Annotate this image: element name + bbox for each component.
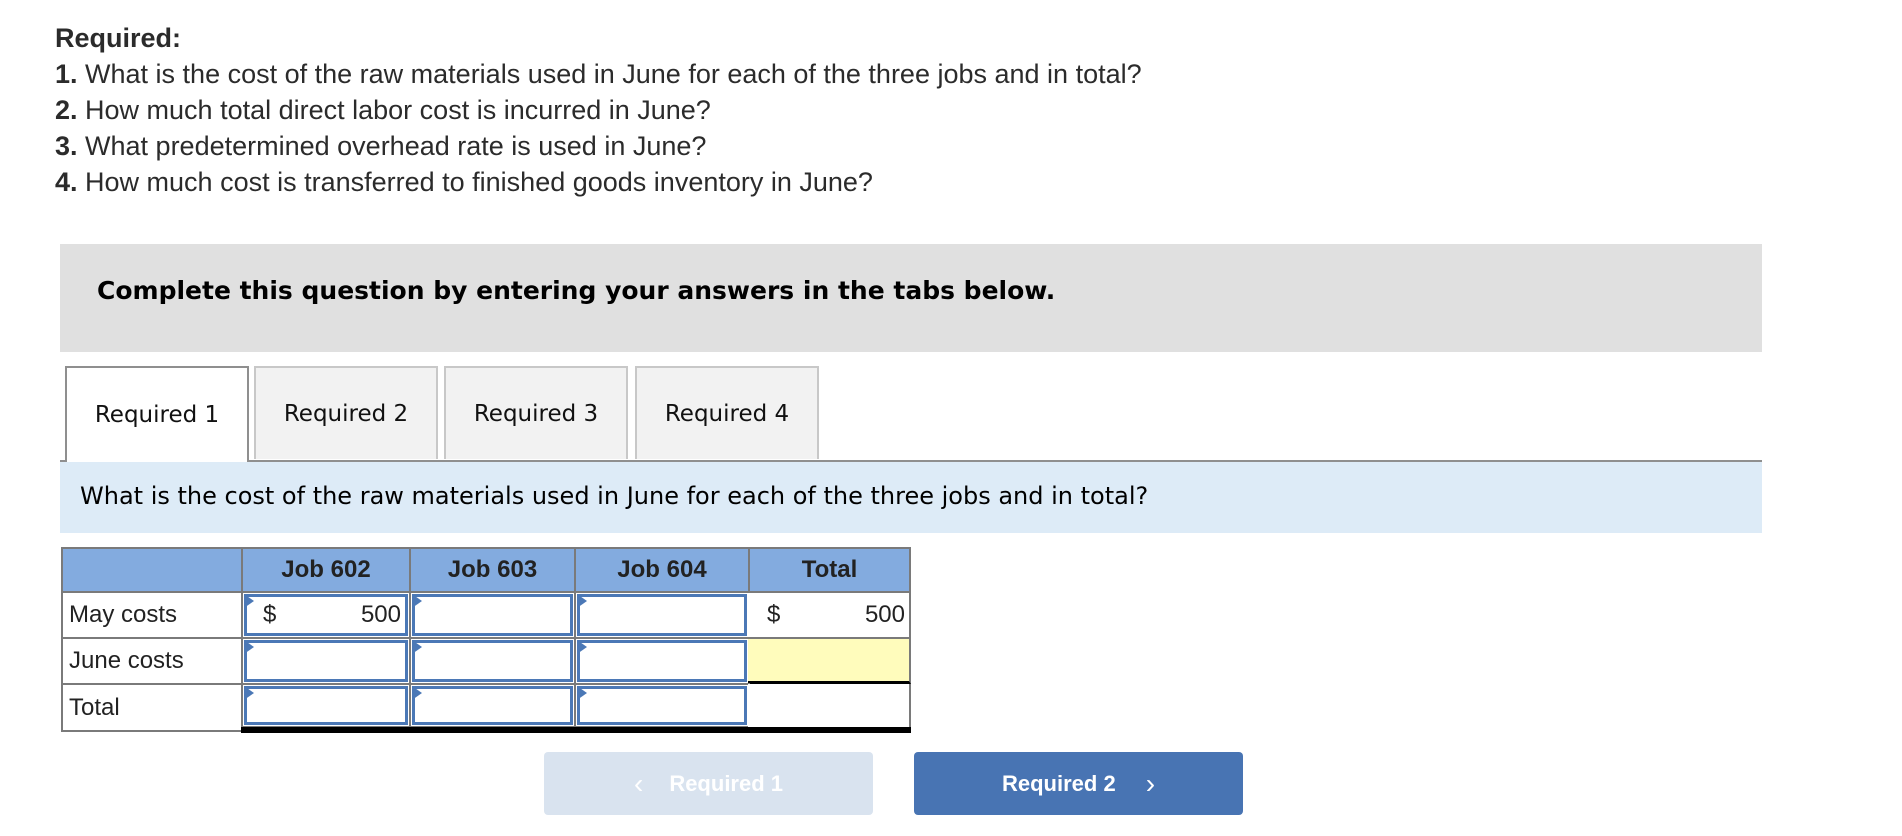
input-marker-icon	[577, 640, 587, 654]
total-job-603-input[interactable]	[412, 686, 573, 725]
tab-required-1[interactable]: Required 1	[65, 366, 249, 462]
header-total: Total	[748, 547, 911, 593]
tab-bar: Required 1 Required 2 Required 3 Require…	[60, 366, 1762, 462]
input-marker-icon	[244, 640, 254, 654]
june-job-603-cell	[409, 637, 576, 685]
currency-symbol: $	[263, 601, 277, 628]
required-instructions: Required: 1. What is the cost of the raw…	[55, 20, 1142, 200]
banner-text: Complete this question by entering your …	[97, 276, 1056, 305]
row-label-may-costs: May costs	[61, 591, 243, 639]
june-job-602-input[interactable]	[244, 640, 408, 682]
may-job-603-cell	[409, 591, 576, 639]
item-number: 4.	[55, 167, 78, 197]
june-job-602-cell	[241, 637, 411, 685]
may-job-602-cell: $ 500	[241, 591, 411, 639]
double-underline	[241, 727, 911, 733]
total-total-cell	[748, 684, 911, 728]
input-marker-icon	[577, 594, 587, 608]
instruction-banner: Complete this question by entering your …	[60, 244, 1762, 352]
may-job-604-cell	[574, 591, 750, 639]
input-marker-icon	[244, 594, 254, 608]
required-item-1: 1. What is the cost of the raw materials…	[55, 56, 1142, 92]
input-marker-icon	[412, 640, 422, 654]
tab-required-3[interactable]: Required 3	[444, 366, 628, 459]
question-text: What is the cost of the raw materials us…	[80, 482, 1149, 510]
may-job-602-input[interactable]: $ 500	[244, 594, 408, 636]
input-marker-icon	[244, 686, 254, 700]
june-job-603-input[interactable]	[412, 640, 573, 682]
chevron-left-icon: ‹	[633, 767, 644, 799]
header-job-602: Job 602	[241, 547, 411, 593]
june-total-cell	[748, 637, 911, 684]
item-text: How much cost is transferred to finished…	[77, 167, 873, 197]
header-blank	[61, 547, 243, 593]
next-button-label: Required 2	[1001, 770, 1116, 796]
item-number: 1.	[55, 59, 78, 89]
prev-tab-button[interactable]: ‹ Required 1	[544, 752, 873, 815]
item-number: 2.	[55, 95, 78, 125]
header-job-604: Job 604	[574, 547, 750, 593]
item-text: What is the cost of the raw materials us…	[77, 59, 1142, 89]
total-job-604-input[interactable]	[577, 686, 747, 725]
tab-required-4[interactable]: Required 4	[635, 366, 819, 459]
total-job-602-input[interactable]	[244, 686, 408, 725]
may-job-604-input[interactable]	[577, 594, 747, 636]
input-marker-icon	[412, 686, 422, 700]
input-marker-icon	[577, 686, 587, 700]
june-job-604-input[interactable]	[577, 640, 747, 682]
amount-value: 500	[864, 601, 905, 628]
prev-button-label: Required 1	[669, 770, 784, 796]
item-text: How much total direct labor cost is incu…	[77, 95, 711, 125]
currency-symbol: $	[767, 601, 781, 628]
item-text: What predetermined overhead rate is used…	[77, 131, 707, 161]
june-job-604-cell	[574, 637, 750, 685]
amount-value: 500	[360, 601, 401, 628]
required-title: Required:	[55, 23, 182, 53]
required-item-4: 4. How much cost is transferred to finis…	[55, 164, 1142, 200]
header-job-603: Job 603	[409, 547, 576, 593]
total-job-604-cell	[574, 683, 750, 728]
tab-required-2[interactable]: Required 2	[254, 366, 438, 459]
input-marker-icon	[412, 594, 422, 608]
row-label-total: Total	[61, 683, 243, 732]
may-job-603-input[interactable]	[412, 594, 573, 636]
next-tab-button[interactable]: Required 2 ›	[914, 752, 1243, 815]
total-job-602-cell	[241, 683, 411, 728]
may-total-cell: $ 500	[748, 591, 911, 637]
chevron-right-icon: ›	[1145, 767, 1156, 799]
required-item-2: 2. How much total direct labor cost is i…	[55, 92, 1142, 128]
question-box: What is the cost of the raw materials us…	[60, 462, 1762, 533]
total-job-603-cell	[409, 683, 576, 728]
row-label-june-costs: June costs	[61, 637, 243, 685]
required-item-3: 3. What predetermined overhead rate is u…	[55, 128, 1142, 164]
item-number: 3.	[55, 131, 78, 161]
